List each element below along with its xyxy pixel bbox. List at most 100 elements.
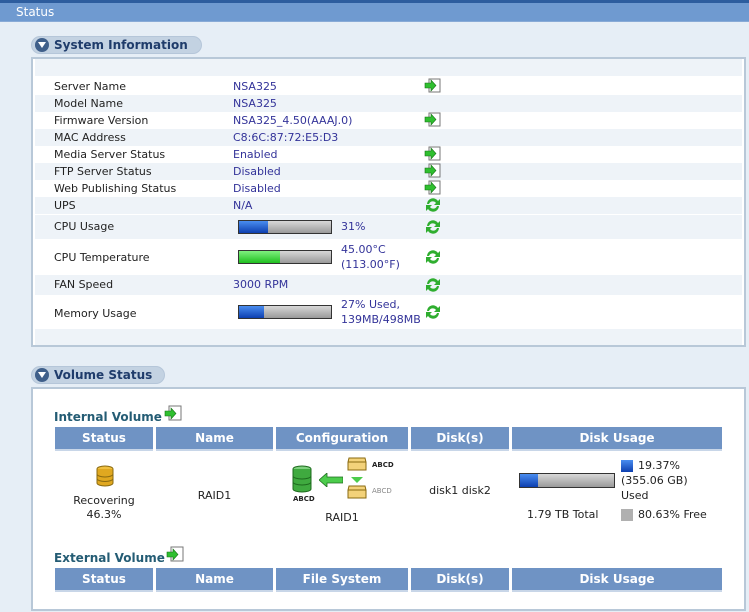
refresh-icon[interactable] [424,304,442,320]
system-info-value: NSA325 [233,97,277,110]
system-info-row: Firmware Version NSA325_4.50(AAAJ.0) [35,112,742,129]
system-info-value: Enabled [233,148,278,161]
cpu-temp-row: CPU Temperature 45.00°C (113.00°F) [35,239,742,275]
volume-status-title: Volume Status [54,368,153,382]
cpu-temp-label: CPU Temperature [54,251,150,264]
free-percent: 80.63% Free [638,508,707,521]
system-info-label: FTP Server Status [54,165,152,178]
config-tag: ABCD [372,461,394,469]
system-info-value: Disabled [233,182,281,195]
collapse-icon[interactable] [35,38,49,52]
go-arrow-icon[interactable] [424,180,442,196]
system-info-row: Model Name NSA325 [35,95,742,112]
system-info-row: FTP Server Status Disabled [35,163,742,180]
arrow-left-icon [319,473,343,487]
volume-status-toggle[interactable]: Volume Status [31,366,165,384]
col-file-system: File System [276,568,408,592]
volume-configuration: RAID1 [325,511,359,524]
volume-status-text: Recovering [73,494,135,507]
go-arrow-icon[interactable] [424,163,442,179]
go-arrow-icon[interactable] [424,146,442,162]
go-arrow-icon[interactable] [166,546,186,563]
used-label: Used [621,489,649,502]
spacer-row [35,59,742,76]
col-name: Name [156,427,273,451]
volume-name: RAID1 [197,489,232,502]
disk-usage-fill [520,474,539,487]
used-size: (355.06 GB) [621,474,688,487]
fan-speed-label: FAN Speed [54,278,114,291]
system-info-value: N/A [233,199,253,212]
system-info-label: Web Publishing Status [54,182,177,195]
system-info-label: Model Name [54,97,123,110]
cpu-temp-fahrenheit: (113.00°F) [341,258,400,271]
memory-usage-fill [239,306,264,318]
col-configuration: Configuration [276,427,408,451]
memory-usage-row: Memory Usage 27% Used, 139MB/498MB [35,295,742,329]
col-disks: Disk(s) [411,568,509,592]
col-status: Status [55,427,153,451]
cpu-temp-bar [238,250,332,264]
system-info-value: NSA325_4.50(AAAJ.0) [233,114,353,127]
volume-disks: disk1 disk2 [429,484,491,497]
system-info-row: Server Name NSA325 [35,78,742,95]
page-title: Status [16,5,55,19]
external-volume-title: External Volume [54,551,165,565]
refresh-icon[interactable] [424,219,442,235]
cpu-usage-bar [238,220,332,234]
fan-speed-value: 3000 RPM [233,278,289,291]
used-legend-swatch [621,460,633,472]
system-info-row: MAC Address C8:6C:87:72:E5:D3 [35,129,742,146]
system-info-value: C8:6C:87:72:E5:D3 [233,131,339,144]
col-disk-usage: Disk Usage [512,568,722,592]
go-arrow-icon[interactable] [424,112,442,128]
go-arrow-icon[interactable] [424,78,442,94]
cpu-usage-fill [239,221,268,233]
volume-status-percent: 46.3% [86,508,122,521]
free-legend-swatch [621,509,633,521]
memory-used-percent: 27% Used, [341,298,400,311]
memory-usage-label: Memory Usage [54,307,137,320]
go-arrow-icon[interactable] [164,405,184,422]
volume-disk-icon [96,465,114,487]
header-bar: Status [0,0,749,22]
volume-status-panel: Internal Volume Status Name Configuratio… [31,387,746,611]
refresh-icon[interactable] [424,249,442,265]
system-info-label: MAC Address [54,131,126,144]
drive-merge-icon [347,477,367,499]
system-info-label: UPS [54,199,76,212]
cpu-temp-celsius: 45.00°C [341,243,386,256]
cpu-usage-row: CPU Usage 31% [35,215,742,239]
cpu-usage-value: 31% [341,220,366,233]
system-info-panel: Server Name NSA325 Model Name NSA325 Firmwar… [31,57,746,347]
system-info-label: Firmware Version [54,114,149,127]
total-capacity: 1.79 TB Total [527,508,599,521]
system-info-label: Media Server Status [54,148,166,161]
system-info-row: UPS N/A [35,197,742,214]
fan-speed-row: FAN Speed 3000 RPM [35,275,742,295]
external-volume-header: Status Name File System Disk(s) Disk Usa… [55,568,722,592]
used-percent: 19.37% [638,459,680,472]
refresh-icon[interactable] [424,277,442,293]
drive-icon [347,457,367,471]
internal-volume-title: Internal Volume [54,410,162,424]
system-info-title: System Information [54,38,188,52]
refresh-icon[interactable] [424,197,442,213]
memory-usage-bar [238,305,332,319]
collapse-icon[interactable] [35,368,49,382]
col-name: Name [156,568,273,592]
system-info-toggle[interactable]: System Information [31,36,202,54]
system-info-label: Server Name [54,80,127,93]
spacer-row [35,329,742,345]
raid-disk-icon [292,465,312,493]
system-info-row: Web Publishing Status Disabled [35,180,742,197]
system-info-value: NSA325 [233,80,277,93]
col-disk-usage: Disk Usage [512,427,722,451]
config-tag: ABCD [372,487,392,495]
memory-used-size: 139MB/498MB [341,313,421,326]
system-info-value: Disabled [233,165,281,178]
disk-usage-bar [519,473,615,488]
col-status: Status [55,568,153,592]
col-disks: Disk(s) [411,427,509,451]
cpu-usage-label: CPU Usage [54,220,115,233]
